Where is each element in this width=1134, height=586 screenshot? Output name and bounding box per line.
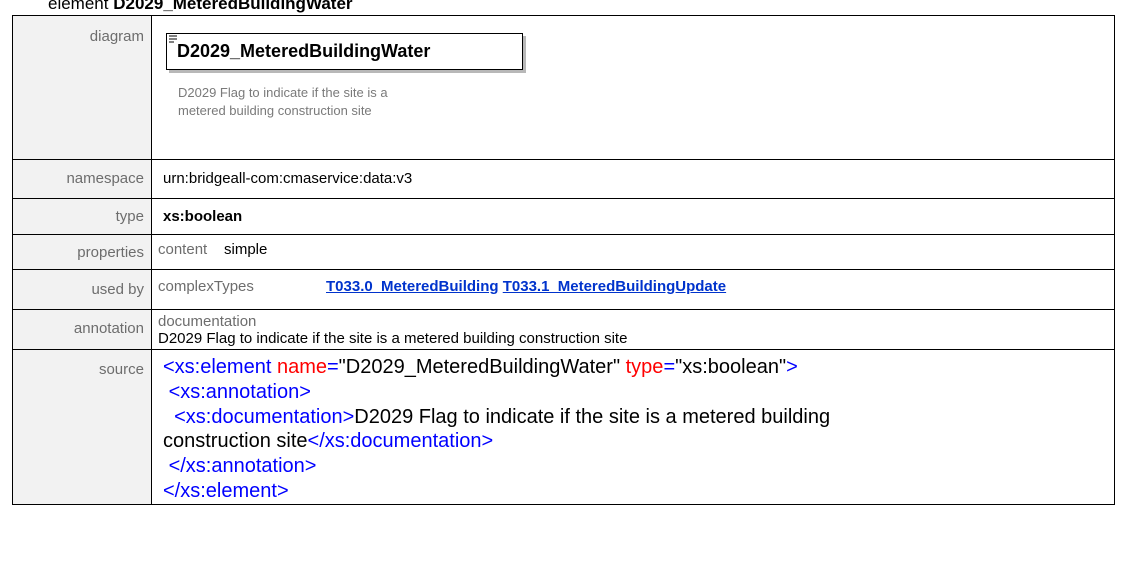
used-by-value: complexTypes T033.0_MeteredBuilding T033.… bbox=[151, 269, 1115, 310]
link-t033-0-metered-building[interactable]: T033.0_MeteredBuilding bbox=[326, 278, 499, 295]
type-value: xs:boolean bbox=[151, 198, 1115, 235]
diagram-element-name: D2029_MeteredBuildingWater bbox=[177, 41, 431, 61]
xml-source-block: <xs:element name="D2029_MeteredBuildingW… bbox=[163, 356, 831, 502]
diagram-note-line: D2029 Flag to indicate if the site is a bbox=[178, 85, 388, 100]
row-label: properties bbox=[12, 234, 152, 270]
property-value: simple bbox=[224, 241, 268, 258]
link-t033-1-metered-building-update[interactable]: T033.1_MeteredBuildingUpdate bbox=[503, 278, 726, 295]
row-annotation: annotation documentation D2029 Flag to i… bbox=[12, 309, 1115, 350]
row-source: source <xs:element name="D2029_MeteredBu… bbox=[12, 349, 1115, 505]
diagram-cell: D2029_MeteredBuildingWater D2029 Flag to… bbox=[151, 15, 1115, 160]
row-type: type xs:boolean bbox=[12, 198, 1115, 235]
property-key: content bbox=[158, 241, 208, 258]
row-properties: properties content simple bbox=[12, 234, 1115, 270]
annotation-text: D2029 Flag to indicate if the site is a … bbox=[158, 330, 628, 347]
title-prefix: element bbox=[48, 0, 109, 13]
row-label: type bbox=[12, 198, 152, 235]
row-namespace: namespace urn:bridgeall-com:cmaservice:d… bbox=[12, 159, 1115, 199]
row-used-by: used by complexTypes T033.0_MeteredBuildi… bbox=[12, 269, 1115, 310]
element-list-icon bbox=[169, 35, 177, 43]
row-label: namespace bbox=[12, 159, 152, 199]
element-diagram-box[interactable]: D2029_MeteredBuildingWater bbox=[166, 33, 523, 70]
row-label: used by bbox=[12, 269, 152, 310]
used-by-key: complexTypes bbox=[158, 278, 254, 295]
row-label: source bbox=[12, 349, 152, 505]
element-doc-table: diagram D2029_MeteredBuildingWater D2029… bbox=[12, 15, 1115, 505]
row-label: diagram bbox=[12, 15, 152, 160]
page-title: element D2029_MeteredBuildingWater bbox=[48, 0, 353, 14]
diagram-annotation: D2029 Flag to indicate if the site is a … bbox=[178, 84, 508, 120]
title-element-name: D2029_MeteredBuildingWater bbox=[113, 0, 353, 13]
annotation-key: documentation bbox=[158, 313, 257, 330]
annotation-value: documentation D2029 Flag to indicate if … bbox=[151, 309, 1115, 350]
properties-value: content simple bbox=[151, 234, 1115, 270]
row-label: annotation bbox=[12, 309, 152, 350]
source-code: <xs:element name="D2029_MeteredBuildingW… bbox=[151, 349, 1115, 505]
namespace-value: urn:bridgeall-com:cmaservice:data:v3 bbox=[151, 159, 1115, 199]
diagram-note-line: metered building construction site bbox=[178, 103, 372, 118]
row-diagram: diagram D2029_MeteredBuildingWater D2029… bbox=[12, 15, 1115, 160]
